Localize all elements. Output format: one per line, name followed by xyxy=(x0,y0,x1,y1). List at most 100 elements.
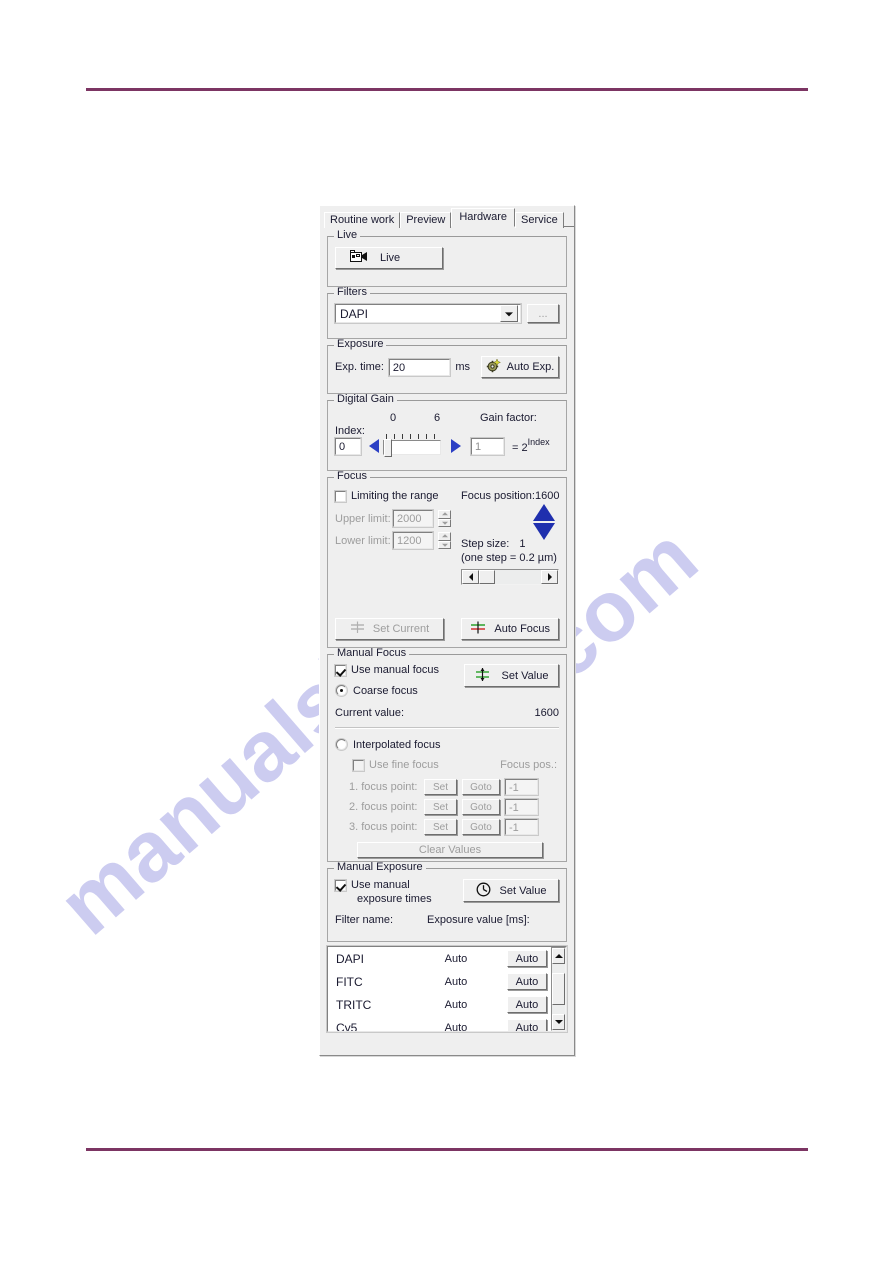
use-manual-exposure-checkbox[interactable] xyxy=(334,878,347,892)
auto-exposure-button[interactable]: Auto Exp. xyxy=(481,356,559,378)
group-filters-legend: Filters xyxy=(334,287,370,298)
manual-focus-set-value-button[interactable]: Set Value xyxy=(464,664,559,687)
step-size-note: (one step = 0.2 µm) xyxy=(461,552,557,564)
filter-select[interactable]: DAPI xyxy=(334,303,522,324)
group-live-legend: Live xyxy=(334,230,361,241)
use-fine-focus-label: Use fine focus xyxy=(369,759,439,771)
step-scroll-thumb[interactable] xyxy=(479,570,495,584)
exposure-row-auto-button[interactable]: Auto xyxy=(507,973,547,990)
exposure-scroll-thumb[interactable] xyxy=(552,973,565,1005)
chevron-down-icon[interactable] xyxy=(500,305,518,322)
exposure-row-value: Auto xyxy=(444,1021,468,1032)
coarse-focus-label: Coarse focus xyxy=(353,684,418,697)
gain-formula-base: = 2 xyxy=(511,442,528,454)
focus-point-row: 2. focus point: Set Goto -1 xyxy=(349,798,559,816)
exposure-row-auto-button[interactable]: Auto xyxy=(507,950,547,967)
exposure-row[interactable]: DAPI Auto Auto xyxy=(328,947,551,970)
group-exposure: Exposure Exp. time: 20 ms Auto Exp. xyxy=(327,339,567,394)
tab-routine-work[interactable]: Routine work xyxy=(324,212,401,228)
use-manual-focus-checkbox[interactable] xyxy=(334,663,347,677)
live-button[interactable]: Live xyxy=(335,247,443,269)
group-filters: Filters DAPI ... xyxy=(327,287,567,339)
set-current-button[interactable]: Set Current xyxy=(335,618,444,640)
manual-exposure-set-value-button[interactable]: Set Value xyxy=(463,879,559,902)
exposure-scroll-up-button[interactable] xyxy=(552,948,565,964)
auto-focus-button[interactable]: Auto Focus xyxy=(461,618,560,640)
step-scroll-track[interactable] xyxy=(495,570,542,584)
focus-point-3-set-button[interactable]: Set xyxy=(424,819,457,835)
gain-slider-thumb[interactable] xyxy=(383,439,392,457)
tab-preview[interactable]: Preview xyxy=(400,212,452,228)
use-fine-focus-checkbox[interactable] xyxy=(352,758,365,772)
tab-panel-hardware: Live Live Filters DAPI ... Exposure Exp.… xyxy=(323,227,571,1033)
exposure-list[interactable]: DAPI Auto Auto FITC Auto Auto TRITC Auto… xyxy=(326,945,568,1033)
focus-point-2-value[interactable]: -1 xyxy=(504,798,539,816)
set-current-label: Set Current xyxy=(372,623,430,635)
step-size-scrollbar[interactable] xyxy=(461,569,560,585)
exposure-scroll-track-lower[interactable] xyxy=(552,1005,565,1014)
filter-select-value: DAPI xyxy=(340,306,369,321)
exposure-row-name: DAPI xyxy=(336,951,365,966)
exposure-row-auto-button[interactable]: Auto xyxy=(507,1019,547,1031)
group-digital-gain-legend: Digital Gain xyxy=(334,394,397,405)
focus-point-row: 3. focus point: Set Goto -1 xyxy=(349,818,559,836)
exposure-row-value: Auto xyxy=(444,998,468,1011)
interpolated-focus-radio[interactable] xyxy=(336,739,347,750)
group-focus-legend: Focus xyxy=(334,471,370,482)
gain-index-label: Index: xyxy=(335,425,365,437)
use-manual-exposure-label-line2: exposure times xyxy=(357,893,432,905)
gain-slider-track[interactable] xyxy=(382,439,441,457)
exposure-scroll-track-upper[interactable] xyxy=(552,964,565,973)
gain-formula-exponent: Index xyxy=(527,437,550,447)
tab-hardware[interactable]: Hardware xyxy=(451,208,516,227)
focus-point-1-goto-button[interactable]: Goto xyxy=(462,779,500,795)
focus-down-arrow[interactable] xyxy=(533,523,556,540)
exposure-row[interactable]: FITC Auto Auto xyxy=(328,970,551,993)
gain-increment-arrow[interactable] xyxy=(450,439,461,453)
exposure-row-value: Auto xyxy=(444,975,468,988)
focus-position-label: Focus position: xyxy=(461,490,535,502)
exposure-row-name: Cy5 xyxy=(336,1020,358,1032)
focus-point-2-set-button[interactable]: Set xyxy=(424,799,457,815)
current-value-number: 1600 xyxy=(534,707,559,719)
focus-point-1-set-button[interactable]: Set xyxy=(424,779,457,795)
tab-service[interactable]: Service xyxy=(515,212,564,228)
gain-factor-label: Gain factor: xyxy=(480,412,537,424)
gain-slider-max-label: 6 xyxy=(434,412,441,424)
lower-limit-spinner[interactable] xyxy=(438,532,451,549)
lower-limit-input[interactable]: 1200 xyxy=(392,531,434,550)
focus-point-3-value[interactable]: -1 xyxy=(504,818,539,836)
tab-filler xyxy=(563,211,574,227)
exposure-row[interactable]: Cy5 Auto Auto xyxy=(328,1016,551,1031)
focus-pos-header: Focus pos.: xyxy=(500,759,557,771)
filter-browse-button[interactable]: ... xyxy=(527,304,559,323)
exposure-row[interactable]: TRITC Auto Auto xyxy=(328,993,551,1016)
step-scroll-left-button[interactable] xyxy=(462,570,479,584)
exposure-time-input[interactable]: 20 xyxy=(387,357,452,377)
exposure-row-name: TRITC xyxy=(336,997,372,1012)
gain-decrement-arrow[interactable] xyxy=(368,439,379,453)
gain-factor-input[interactable]: 1 xyxy=(469,437,505,456)
focus-point-3-goto-button[interactable]: Goto xyxy=(462,819,500,835)
focus-point-1-value[interactable]: -1 xyxy=(504,778,539,796)
gain-slider[interactable] xyxy=(382,432,441,457)
focus-point-3-label: 3. focus point: xyxy=(349,821,418,833)
exposure-row-auto-button[interactable]: Auto xyxy=(507,996,547,1013)
clear-values-button[interactable]: Clear Values xyxy=(357,842,543,858)
column-header-filter-name: Filter name: xyxy=(335,914,394,926)
exposure-list-scrollbar[interactable] xyxy=(551,947,566,1031)
exposure-row-name: FITC xyxy=(336,974,363,989)
exposure-scroll-down-button[interactable] xyxy=(552,1014,565,1030)
tab-bar: Routine work Preview Hardware Service xyxy=(324,208,574,228)
step-scroll-right-button[interactable] xyxy=(541,570,559,584)
upper-limit-input[interactable]: 2000 xyxy=(392,509,434,528)
coarse-focus-radio[interactable] xyxy=(336,685,347,696)
focus-point-2-goto-button[interactable]: Goto xyxy=(462,799,500,815)
exposure-unit-label: ms xyxy=(455,361,470,373)
limit-range-checkbox[interactable] xyxy=(334,489,347,503)
group-manual-focus-legend: Manual Focus xyxy=(334,648,410,659)
gain-index-input[interactable]: 0 xyxy=(334,437,362,456)
group-focus: Focus Limiting the range Upper limit: 20… xyxy=(327,471,567,648)
focus-up-arrow[interactable] xyxy=(533,504,556,521)
upper-limit-spinner[interactable] xyxy=(438,510,451,527)
